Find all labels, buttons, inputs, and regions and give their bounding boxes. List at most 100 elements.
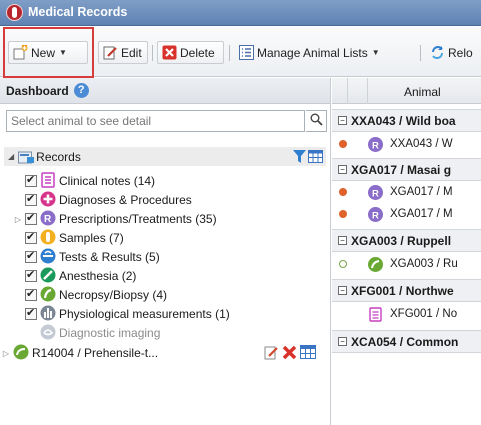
toolbar-separator (229, 45, 230, 61)
collapse-icon[interactable]: − (338, 337, 347, 346)
records-grid: Animal − XXA043 / Wild boa R XXA043 / W … (332, 78, 481, 425)
physiological-icon (40, 305, 56, 324)
category-samples[interactable]: Samples (7) (14, 229, 124, 247)
clinical-notes-icon (40, 171, 56, 191)
category-physiological-measurements[interactable]: Physiological measurements (1) (14, 305, 230, 323)
category-label: Diagnostic imaging (59, 326, 161, 340)
category-diagnostic-imaging[interactable]: Diagnostic imaging (14, 324, 160, 342)
table-row[interactable]: R XGA017 / M (332, 204, 481, 225)
category-label: Anesthesia (2) (59, 269, 137, 283)
animal-search-input[interactable] (7, 111, 304, 131)
toolbar-separator (152, 45, 153, 61)
category-label: Necropsy/Biopsy (4) (59, 288, 168, 302)
prescription-icon: R (40, 210, 56, 229)
record-label: XGA003 / Ru (390, 258, 458, 270)
checkbox[interactable] (25, 173, 37, 187)
dashboard-panel: Dashboard ? ◢ Records Clinical notes (14… (0, 78, 331, 425)
chevron-down-icon: ▼ (371, 48, 380, 57)
filter-icon[interactable] (293, 150, 306, 166)
collapse-icon[interactable]: − (338, 165, 347, 174)
category-label: Tests & Results (5) (59, 250, 160, 264)
collapse-icon[interactable]: − (338, 236, 347, 245)
records-label: Records (36, 149, 81, 164)
app-logo-icon (6, 4, 23, 21)
dashboard-header: Dashboard ? (0, 78, 330, 104)
record-label: XGA017 / M (390, 186, 453, 198)
toolbar-separator (420, 45, 421, 61)
edit-button-label: Edit (121, 45, 142, 60)
collapse-triangle-icon[interactable]: ◢ (8, 152, 14, 161)
checkbox[interactable] (25, 287, 37, 301)
edit-icon (103, 45, 118, 60)
animal-entry-label: R14004 / Prehensile-t... (32, 346, 159, 360)
status-column-header[interactable] (332, 78, 348, 104)
category-tests-results[interactable]: Tests & Results (5) (14, 248, 160, 266)
title-bar: Medical Records (0, 0, 481, 26)
checkbox[interactable] (25, 268, 37, 282)
grid-group-header[interactable]: − XGA003 / Ruppell (332, 229, 481, 252)
category-prescriptions-treatments[interactable]: ▷ R Prescriptions/Treatments (35) (14, 210, 217, 228)
search-icon (310, 113, 323, 129)
svg-text:R: R (372, 189, 379, 200)
table-row[interactable]: XFG001 / No (332, 304, 481, 325)
table-row[interactable]: R XXA043 / W (332, 134, 481, 155)
category-label: Prescriptions/Treatments (35) (59, 212, 217, 226)
category-label: Physiological measurements (1) (59, 307, 230, 321)
necropsy-icon (368, 257, 383, 272)
manage-animal-lists-button[interactable]: Manage Animal Lists ▼ (234, 41, 417, 64)
checkbox[interactable] (25, 192, 37, 206)
checkbox[interactable] (25, 249, 37, 263)
category-label: Clinical notes (14) (59, 174, 156, 188)
delete-button[interactable]: Delete (157, 41, 224, 64)
reload-icon (430, 45, 445, 60)
grid-group-header[interactable]: − XCA054 / Common (332, 330, 481, 353)
table-row[interactable]: XGA003 / Ru (332, 254, 481, 275)
expand-triangle-icon[interactable]: ▷ (2, 349, 10, 358)
grid-group-header[interactable]: − XXA043 / Wild boa (332, 109, 481, 132)
records-folder-icon (18, 149, 35, 164)
svg-text:R: R (372, 141, 379, 152)
new-button-highlight (3, 27, 94, 78)
grid-group-header[interactable]: − XFG001 / Northwe (332, 279, 481, 302)
category-anesthesia[interactable]: Anesthesia (2) (14, 267, 136, 285)
tests-icon (40, 248, 56, 267)
diagnoses-icon (40, 191, 56, 210)
records-tree-node[interactable]: ◢ Records (4, 147, 326, 166)
reload-button[interactable]: Relo (425, 41, 481, 64)
table-row[interactable]: R XGA017 / M (332, 182, 481, 203)
edit-button[interactable]: Edit (98, 41, 148, 64)
category-clinical-notes[interactable]: Clinical notes (14) (14, 171, 156, 191)
grid-view-icon[interactable] (300, 345, 316, 362)
checkbox[interactable] (25, 211, 37, 225)
animal-column-header[interactable]: Animal (404, 85, 441, 99)
dashboard-title: Dashboard (6, 83, 69, 98)
prescription-icon: R (368, 185, 383, 200)
delete-button-label: Delete (180, 45, 215, 60)
help-icon[interactable]: ? (73, 83, 89, 98)
category-diagnoses-procedures[interactable]: Diagnoses & Procedures (14, 191, 192, 209)
checkbox[interactable] (25, 306, 37, 320)
category-label: Samples (7) (59, 231, 124, 245)
category-label: Diagnoses & Procedures (59, 193, 192, 207)
animal-search-box (6, 110, 305, 132)
checkbox[interactable] (25, 230, 37, 244)
edit-icon[interactable] (264, 345, 279, 363)
record-label: XFG001 / No (390, 308, 458, 320)
animal-tree-node[interactable]: ▷ R14004 / Prehensile-t... (2, 344, 328, 362)
grid-view-icon[interactable] (308, 150, 323, 166)
svg-text:R: R (44, 214, 52, 225)
grid-header: Animal (332, 78, 481, 104)
clinical-notes-icon (368, 307, 383, 322)
status-dot-icon (339, 210, 347, 218)
grid-group-header[interactable]: − XGA017 / Masai g (332, 158, 481, 181)
collapse-icon[interactable]: − (338, 286, 347, 295)
search-button[interactable] (306, 110, 327, 132)
status-dot-icon (339, 140, 347, 148)
delete-icon[interactable] (282, 345, 297, 363)
status-dot-icon (339, 188, 347, 196)
type-column-header[interactable] (348, 78, 368, 104)
collapse-icon[interactable]: − (338, 116, 347, 125)
expand-triangle-icon[interactable]: ▷ (14, 215, 22, 224)
category-necropsy-biopsy[interactable]: Necropsy/Biopsy (4) (14, 286, 167, 304)
record-label: XXA043 / W (390, 138, 453, 150)
